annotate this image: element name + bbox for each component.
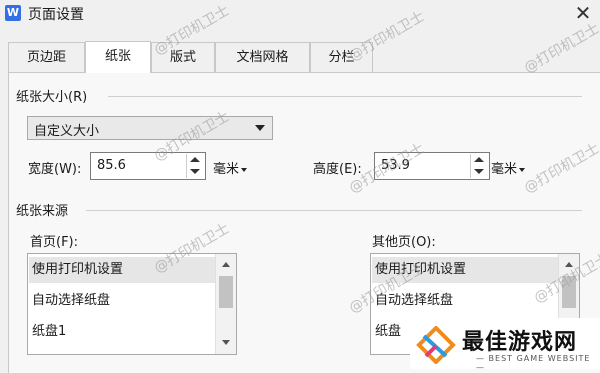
- paper-size-divider: [108, 96, 582, 97]
- height-spin-buttons[interactable]: [470, 154, 488, 178]
- list-scrollbar[interactable]: [215, 254, 236, 354]
- title-bar: W 页面设置 ✕: [0, 0, 600, 30]
- spin-down-icon[interactable]: [474, 169, 484, 174]
- list-item[interactable]: 纸盘1: [32, 319, 66, 345]
- paper-size-value: 自定义大小: [34, 124, 100, 139]
- height-unit: 毫米: [491, 162, 518, 177]
- first-page-list[interactable]: 使用打印机设置 自动选择纸盘 纸盘1: [27, 253, 237, 355]
- paper-source-divider: [86, 210, 582, 211]
- brand-subtitle: — BEST GAME WEBSITE —: [476, 354, 591, 372]
- caret-down-icon: [241, 167, 248, 172]
- list-item[interactable]: 自动选择纸盘: [32, 288, 110, 314]
- brand-name: 最佳游戏网: [462, 330, 578, 355]
- tab-paper[interactable]: 纸张: [85, 41, 151, 73]
- dialog-title: 页面设置: [28, 7, 84, 23]
- brand-watermark: 最佳游戏网 — BEST GAME WEBSITE —: [410, 318, 600, 372]
- other-pages-label: 其他页(O):: [372, 235, 436, 250]
- width-spin-buttons[interactable]: [186, 154, 204, 178]
- spin-up-icon[interactable]: [190, 157, 200, 162]
- paper-size-select[interactable]: 自定义大小: [27, 116, 273, 140]
- width-unit-dropdown[interactable]: 毫米: [213, 158, 248, 177]
- spin-up-icon[interactable]: [474, 157, 484, 162]
- caret-down-icon: [519, 167, 526, 172]
- width-unit: 毫米: [213, 162, 240, 177]
- width-value: 85.6: [97, 158, 126, 173]
- scroll-up-icon[interactable]: [222, 262, 230, 267]
- height-unit-dropdown[interactable]: 毫米: [491, 158, 526, 177]
- spin-down-icon[interactable]: [190, 169, 200, 174]
- scroll-down-icon[interactable]: [222, 340, 230, 345]
- width-stepper[interactable]: 85.6: [90, 152, 206, 180]
- dropdown-arrow-icon: [255, 125, 265, 131]
- tab-document-grid[interactable]: 文档网格: [215, 42, 310, 72]
- paper-size-group-title: 纸张大小(R): [16, 90, 88, 105]
- wps-logo-icon: W: [5, 5, 21, 21]
- paper-source-group-title: 纸张来源: [16, 204, 69, 219]
- first-page-label: 首页(F):: [30, 235, 79, 250]
- scroll-thumb[interactable]: [219, 276, 233, 308]
- width-label: 宽度(W):: [28, 162, 82, 177]
- list-item[interactable]: 纸盘: [375, 319, 401, 345]
- brand-logo-icon: [416, 326, 456, 364]
- tab-margins[interactable]: 页边距: [8, 42, 85, 72]
